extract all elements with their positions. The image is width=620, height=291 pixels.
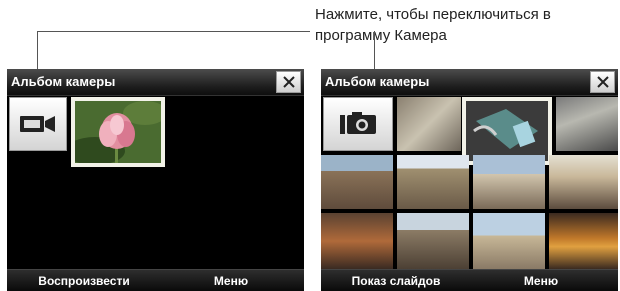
photo-thumbnail[interactable] — [473, 213, 545, 269]
photo-thumbnail[interactable] — [397, 213, 469, 269]
callout-line-2: программу Камера — [315, 27, 447, 44]
photo-thumbnail[interactable] — [321, 155, 393, 209]
photo-thumbnail[interactable] — [397, 97, 461, 151]
close-button[interactable] — [276, 71, 301, 93]
desk-image — [466, 101, 548, 161]
photo-thumbnail[interactable] — [397, 155, 469, 209]
photo-thumbnail[interactable] — [473, 155, 545, 209]
title-bar: Альбом камеры — [7, 69, 304, 96]
photo-camera-icon — [340, 112, 376, 134]
softkey-slideshow[interactable]: Показ слайдов — [341, 274, 451, 288]
title-bar: Альбом камеры — [321, 69, 618, 96]
softkey-bar: Воспроизвести Меню — [7, 269, 304, 291]
softkey-menu[interactable]: Меню — [511, 274, 571, 288]
callout-line-1: Нажмите, чтобы переключиться в — [315, 6, 551, 23]
photo-thumbnail[interactable] — [549, 155, 618, 209]
window-title: Альбом камеры — [11, 74, 116, 89]
photo-thumbnail[interactable] — [556, 97, 618, 151]
softkey-play[interactable]: Воспроизвести — [29, 274, 139, 288]
close-icon — [596, 76, 609, 88]
softkey-menu[interactable]: Меню — [201, 274, 261, 288]
window-title: Альбом камеры — [325, 74, 430, 89]
photo-thumbnail-selected[interactable] — [71, 97, 165, 167]
right-device-screen: Альбом камеры Показ слайдов Меню — [321, 69, 618, 291]
close-button[interactable] — [590, 71, 615, 93]
photo-thumbnail[interactable] — [549, 213, 618, 269]
callout-leader-horizontal — [37, 31, 310, 32]
softkey-bar: Показ слайдов Меню — [321, 269, 618, 291]
switch-to-camera-button[interactable] — [9, 97, 67, 151]
switch-to-camera-button[interactable] — [323, 97, 393, 151]
video-camera-icon — [20, 116, 55, 132]
close-icon — [282, 76, 295, 88]
photo-thumbnail[interactable] — [321, 213, 393, 269]
left-device-screen: Альбом камеры Воспроизвести Меню — [7, 69, 304, 291]
lotus-image — [75, 101, 161, 163]
callout-text: Нажмите, чтобы переключиться в программу… — [315, 4, 615, 46]
